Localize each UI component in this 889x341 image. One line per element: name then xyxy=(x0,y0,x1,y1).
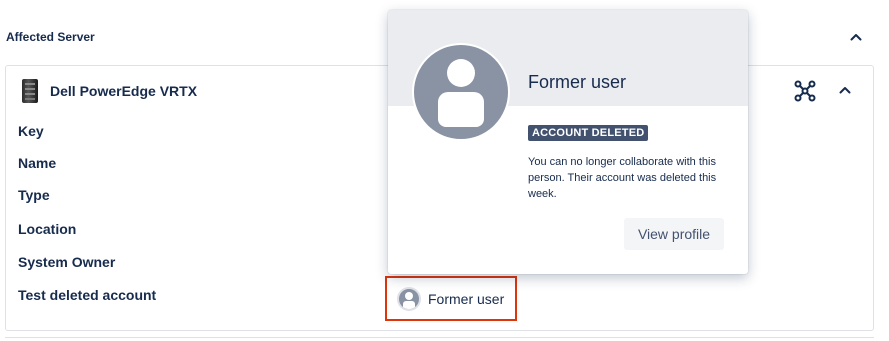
field-label-name: Name xyxy=(18,155,57,171)
server-icon xyxy=(22,79,38,103)
user-avatar-icon xyxy=(397,286,421,311)
view-profile-button[interactable]: View profile xyxy=(624,218,724,250)
section-collapse-button[interactable] xyxy=(847,28,865,46)
user-chip-name: Former user xyxy=(428,290,505,307)
profile-description: You can no longer collaborate with this … xyxy=(528,156,717,200)
field-label-key: Key xyxy=(18,123,44,139)
user-chip[interactable]: Former user xyxy=(385,276,517,321)
profile-name: Former user xyxy=(528,72,627,92)
profile-card-popup: Former user ACCOUNT DELETED You can no l… xyxy=(388,10,748,274)
user-avatar-icon xyxy=(412,43,510,141)
card-collapse-button[interactable] xyxy=(836,81,854,99)
field-label-type: Type xyxy=(18,187,50,203)
field-label-location: Location xyxy=(18,221,77,237)
chevron-up-icon xyxy=(850,34,862,41)
card-header: Dell PowerEdge VRTX xyxy=(22,79,197,103)
field-label-test-deleted-account: Test deleted account xyxy=(18,287,157,303)
account-deleted-badge: ACCOUNT DELETED xyxy=(528,125,649,141)
field-label-system-owner: System Owner xyxy=(18,254,116,270)
section-title: Affected Server xyxy=(6,30,95,44)
graph-view-button[interactable] xyxy=(793,79,817,103)
divider xyxy=(5,337,874,338)
chevron-up-icon xyxy=(839,87,851,94)
network-graph-icon xyxy=(794,80,816,102)
card-title[interactable]: Dell PowerEdge VRTX xyxy=(50,83,197,99)
